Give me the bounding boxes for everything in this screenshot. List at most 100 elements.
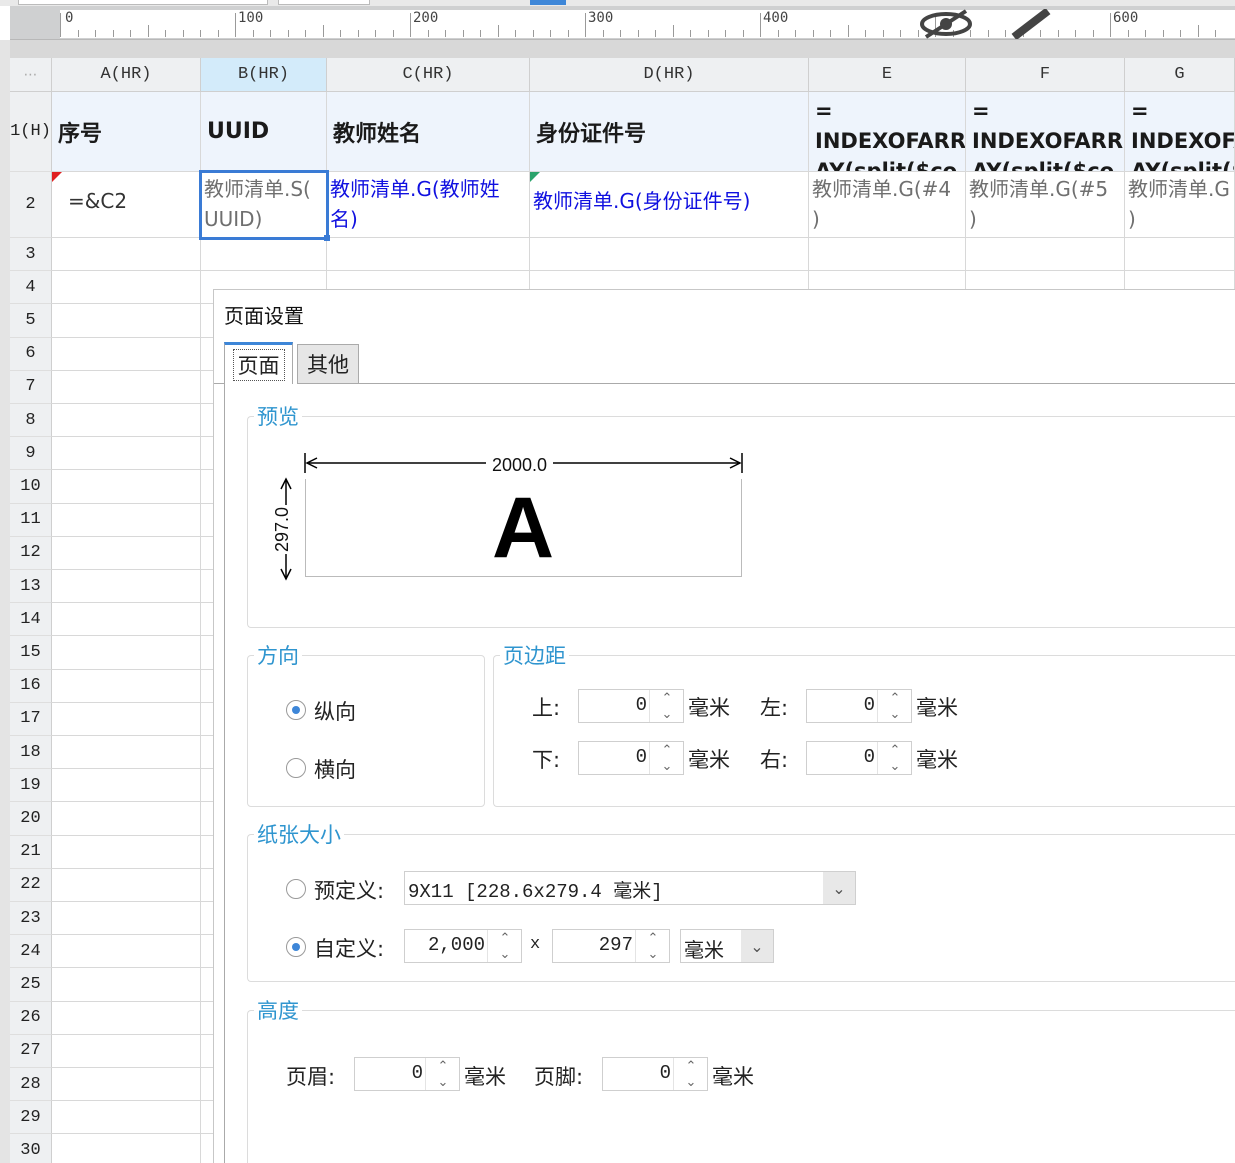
row-header[interactable]: 25 [10,968,52,1002]
chevron-up-icon[interactable]: ⌃ [636,930,670,946]
header-spinner[interactable]: 0 ⌃ ⌄ [354,1057,460,1091]
landscape-label[interactable]: 横向 [314,754,356,784]
empty-cell[interactable] [327,238,530,272]
empty-cell[interactable] [52,370,201,404]
chevron-down-icon[interactable]: ⌄ [426,1074,460,1090]
empty-cell[interactable] [52,536,201,570]
row-header[interactable]: 13 [10,570,52,604]
portrait-label[interactable]: 纵向 [314,696,356,726]
toolbar-field[interactable] [278,0,370,5]
chevron-down-icon[interactable]: ⌄ [650,706,684,722]
margin-top-spinner[interactable]: 0 ⌃ ⌄ [578,689,684,723]
toolbar-button[interactable] [530,0,566,5]
row-header[interactable]: 28 [10,1068,52,1102]
cell-e1[interactable]: = INDEXOFARR AY(split($co [809,92,966,172]
row-header[interactable]: 24 [10,935,52,969]
empty-cell[interactable] [52,835,201,869]
cell-f1[interactable]: = INDEXOFARR AY(split($co [966,92,1125,172]
column-header-a[interactable]: A(HR) [52,58,201,92]
cell-a2[interactable]: =&C2 [52,172,201,238]
chevron-up-icon[interactable]: ⌃ [878,690,912,706]
empty-cell[interactable] [52,1068,201,1102]
row-header[interactable]: 30 [10,1134,52,1163]
row-header[interactable]: 9 [10,437,52,471]
empty-cell[interactable] [52,1101,201,1135]
chevron-down-icon[interactable]: ⌄ [636,946,670,962]
row-header[interactable]: 6 [10,337,52,371]
unit-select[interactable]: 毫米 ⌄ [680,929,774,963]
empty-cell[interactable] [52,636,201,670]
row-header[interactable]: 7 [10,370,52,404]
predefined-radio[interactable] [286,879,306,899]
cell-g2[interactable]: 教师清单.G ) [1125,172,1235,238]
column-header-f[interactable]: F [966,58,1125,92]
row-header[interactable]: 23 [10,902,52,936]
empty-cell[interactable] [52,902,201,936]
empty-cell[interactable] [52,570,201,604]
margin-right-spinner[interactable]: 0 ⌃ ⌄ [806,741,912,775]
custom-radio[interactable] [286,937,306,957]
tab-other[interactable]: 其他 [297,344,359,384]
empty-cell[interactable] [52,968,201,1002]
chevron-up-icon[interactable]: ⌃ [650,690,684,706]
row-header[interactable]: 12 [10,536,52,570]
empty-cell[interactable] [52,437,201,471]
empty-cell[interactable] [52,404,201,438]
cell-d2[interactable]: 教师清单.G(身份证件号) [530,172,809,238]
empty-cell[interactable] [52,304,201,338]
empty-cell[interactable] [52,868,201,902]
row-header[interactable]: 15 [10,636,52,670]
row-header[interactable]: 14 [10,603,52,637]
column-header-e[interactable]: E [809,58,966,92]
empty-cell[interactable] [52,935,201,969]
predefined-size-select[interactable]: 9X11 [228.6x279.4 毫米] ⌄ [404,871,856,905]
chevron-down-icon[interactable]: ⌄ [650,758,684,774]
empty-cell[interactable] [52,769,201,803]
empty-cell[interactable] [52,603,201,637]
row-header[interactable]: 16 [10,669,52,703]
empty-cell[interactable] [52,736,201,770]
toolbar-field[interactable] [18,0,268,5]
empty-cell[interactable] [530,238,809,272]
cell-b2[interactable]: 教师清单.S( UUID) [201,172,327,238]
chevron-up-icon[interactable]: ⌃ [674,1058,708,1074]
empty-cell[interactable] [809,238,966,272]
cell-a1[interactable]: 序号 [52,92,201,172]
chevron-up-icon[interactable]: ⌃ [650,742,684,758]
column-header-d[interactable]: D(HR) [530,58,809,92]
custom-height-spinner[interactable]: 297 ⌃ ⌄ [552,929,670,963]
row-header[interactable]: 18 [10,736,52,770]
empty-cell[interactable] [52,702,201,736]
row-header[interactable]: 11 [10,503,52,537]
column-header-c[interactable]: C(HR) [327,58,530,92]
tab-page[interactable]: 页面 [224,342,293,384]
row-header[interactable]: 20 [10,802,52,836]
column-header-b[interactable]: B(HR) [201,58,327,92]
row-header[interactable]: 17 [10,702,52,736]
landscape-radio[interactable] [286,758,306,778]
row-header[interactable]: 5 [10,304,52,338]
cell-e2[interactable]: 教师清单.G(#4 ) [809,172,966,238]
row-header[interactable]: 4 [10,271,52,305]
chevron-down-icon[interactable]: ⌄ [674,1074,708,1090]
cell-f2[interactable]: 教师清单.G(#5 ) [966,172,1125,238]
empty-cell[interactable] [52,802,201,836]
cell-g1[interactable]: = INDEXOFARR AY(split($ [1125,92,1235,172]
row-header[interactable]: 3 [10,238,52,272]
empty-cell[interactable] [52,238,201,272]
custom-label[interactable]: 自定义: [314,933,384,963]
portrait-radio[interactable] [286,700,306,720]
empty-cell[interactable] [1125,238,1235,272]
cell-c1[interactable]: 教师姓名 [327,92,530,172]
empty-cell[interactable] [52,669,201,703]
empty-cell[interactable] [52,1001,201,1035]
margin-bottom-spinner[interactable]: 0 ⌃ ⌄ [578,741,684,775]
row-header[interactable]: 19 [10,769,52,803]
empty-cell[interactable] [201,238,327,272]
footer-spinner[interactable]: 0 ⌃ ⌄ [602,1057,708,1091]
empty-cell[interactable] [52,503,201,537]
row-header[interactable]: 2 [10,172,52,238]
chevron-up-icon[interactable]: ⌃ [488,930,522,946]
cell-c2[interactable]: 教师清单.G(教师姓 名) [327,172,530,238]
row-header[interactable]: 21 [10,835,52,869]
